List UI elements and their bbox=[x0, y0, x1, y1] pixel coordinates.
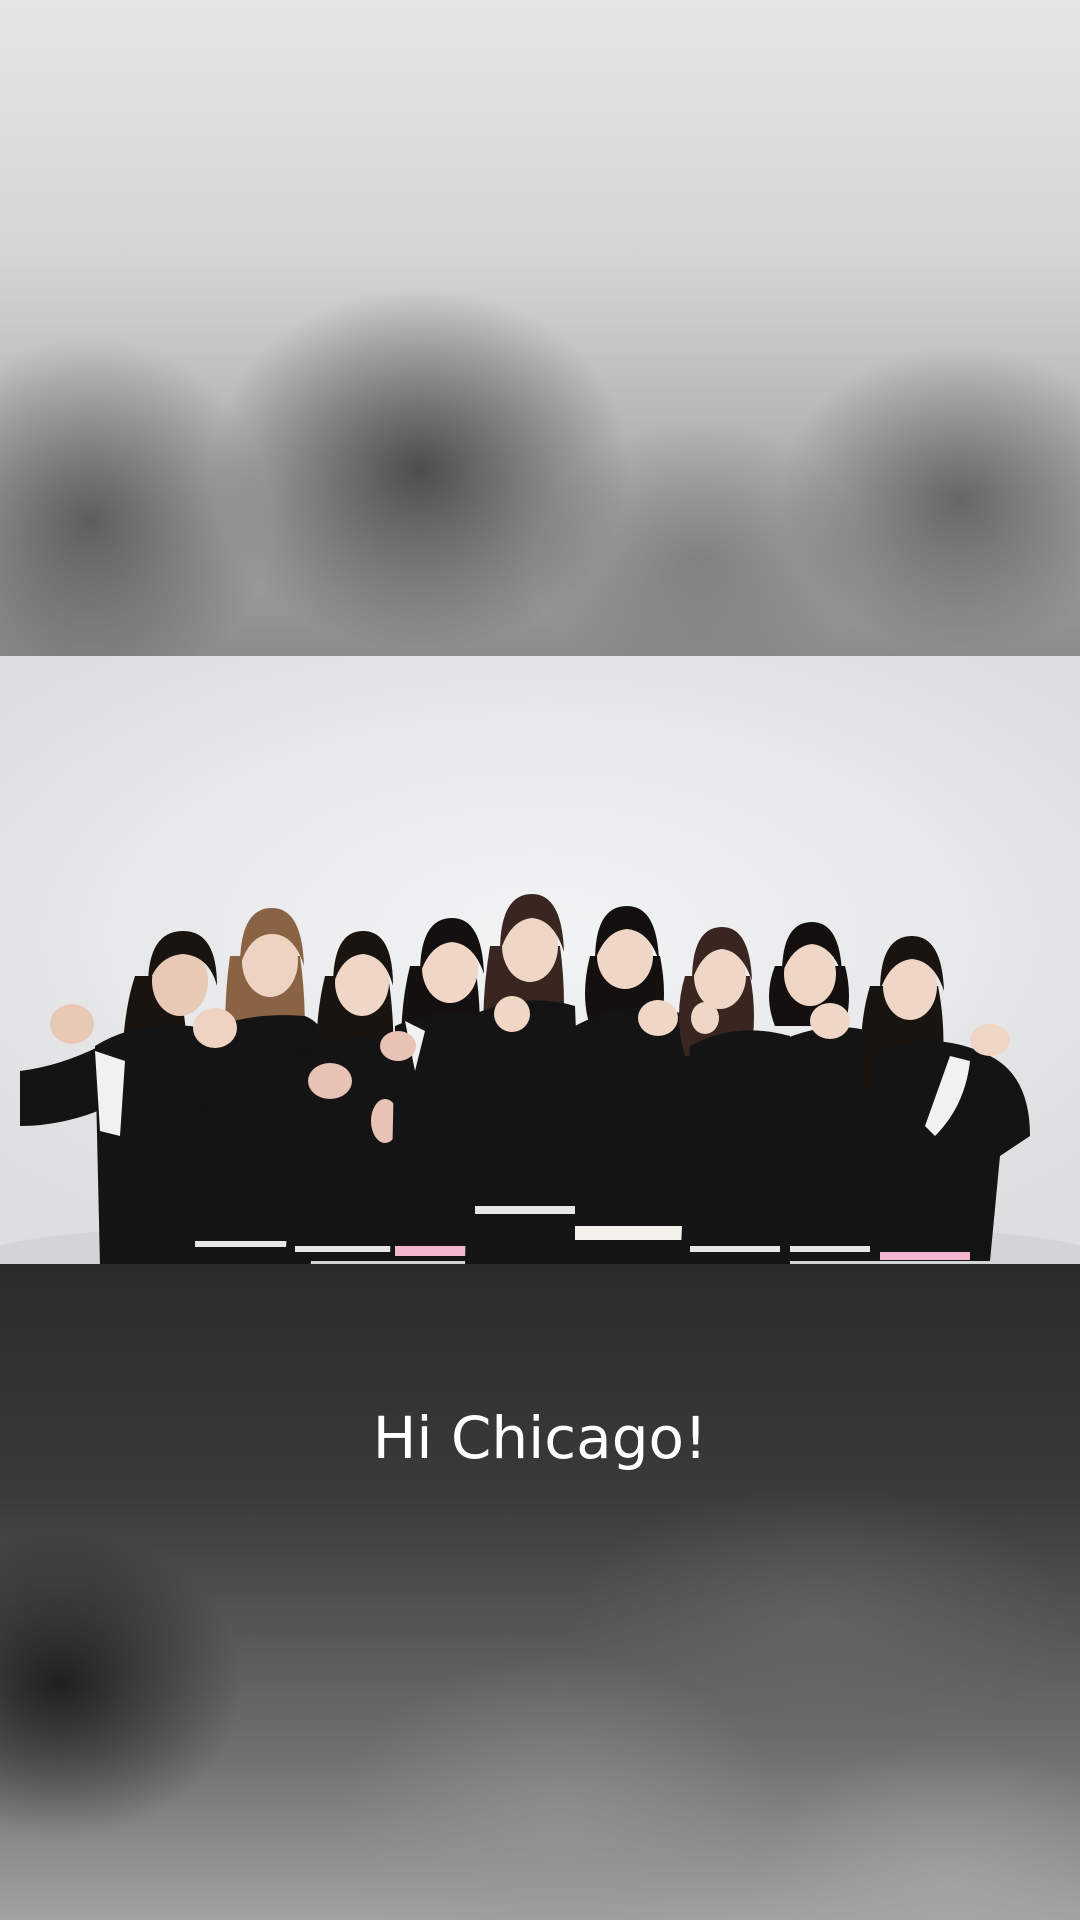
person-9 bbox=[861, 936, 1030, 1261]
blurred-backdrop-bottom bbox=[0, 1264, 1080, 1920]
video-player-screen[interactable]: Hi Chicago! bbox=[0, 0, 1080, 1920]
blurred-backdrop-top bbox=[0, 0, 1080, 656]
person-5 bbox=[465, 894, 585, 1264]
video-frame[interactable] bbox=[0, 656, 1080, 1264]
video-caption: Hi Chicago! bbox=[372, 1404, 708, 1472]
group-photo bbox=[0, 894, 1080, 1264]
